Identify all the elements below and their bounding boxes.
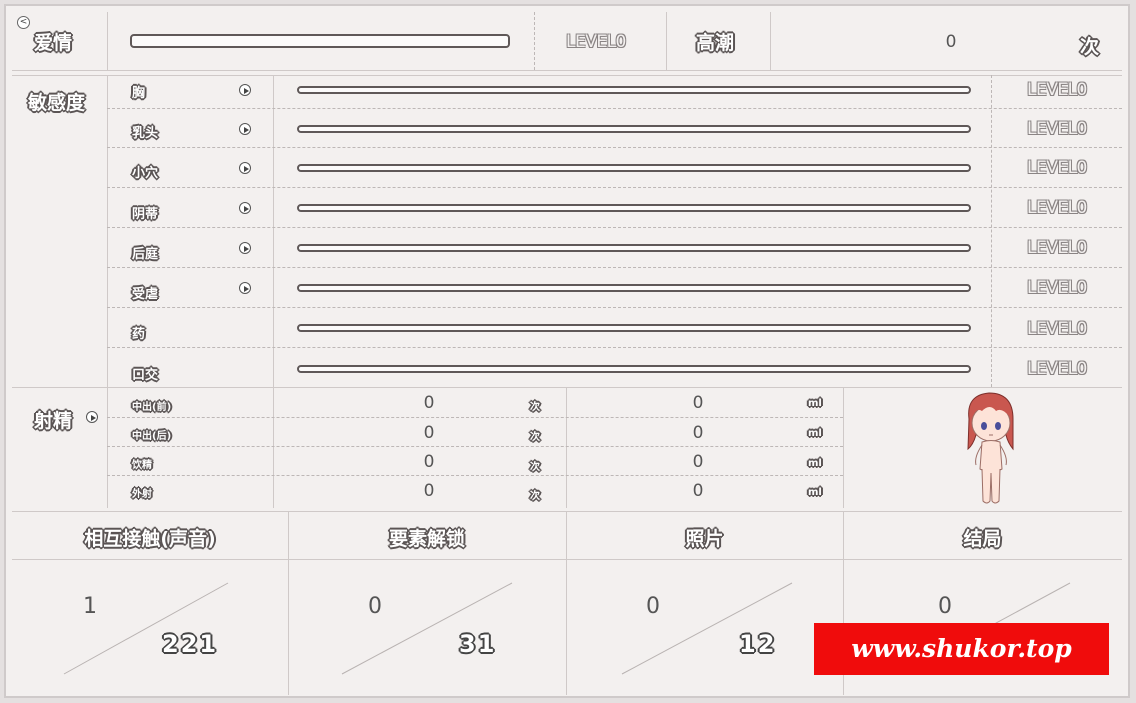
sensitivity-level: LEVEL0 xyxy=(1027,238,1087,258)
ejaculation-row-label: 中出(后) xyxy=(132,431,172,442)
sensitivity-item-label: 药 xyxy=(132,327,146,342)
volume-unit: ml xyxy=(808,398,822,409)
divider xyxy=(770,12,771,70)
divider xyxy=(107,307,1122,308)
play-arrow-icon[interactable] xyxy=(239,202,251,214)
play-arrow-icon[interactable] xyxy=(239,84,251,96)
sensitivity-label: 敏感度 xyxy=(28,92,86,114)
back-button[interactable]: < xyxy=(17,16,30,29)
sensitivity-bar xyxy=(297,324,971,332)
divider xyxy=(273,75,274,508)
climax-count: 0 xyxy=(945,32,957,52)
ejaculation-count: 0 xyxy=(423,481,435,501)
stat-label-endings: 结局 xyxy=(963,528,1002,550)
ejaculation-count: 0 xyxy=(423,423,435,443)
divider xyxy=(566,387,567,508)
character-portrait xyxy=(967,392,1014,504)
love-level: LEVEL0 xyxy=(566,32,626,52)
love-bar xyxy=(130,34,510,48)
play-arrow-icon[interactable] xyxy=(239,282,251,294)
status-panel: < 爱情 LEVEL0 高潮 0 次 敏感度 胸 LEVEL0 乳头 LEVEL… xyxy=(4,4,1130,698)
sensitivity-bar xyxy=(297,204,971,212)
ejaculation-volume: 0 xyxy=(692,423,704,443)
volume-unit: ml xyxy=(808,487,822,498)
sensitivity-level: LEVEL0 xyxy=(1027,80,1087,100)
divider xyxy=(12,511,1122,512)
sensitivity-item-label: 后庭 xyxy=(132,247,159,262)
count-unit: 次 xyxy=(530,462,540,473)
divider xyxy=(107,187,1122,188)
stat-label-interaction: 相互接触(声音) xyxy=(84,528,216,550)
sensitivity-level: LEVEL0 xyxy=(1027,319,1087,339)
divider xyxy=(12,387,1122,388)
sensitivity-item-label: 乳头 xyxy=(132,126,159,141)
ejaculation-volume: 0 xyxy=(692,393,704,413)
volume-unit: ml xyxy=(808,458,822,469)
ejaculation-label: 射精 xyxy=(34,410,73,432)
ejaculation-row-label: 中出(前) xyxy=(132,402,172,413)
watermark-banner: www.shukor.top xyxy=(814,623,1109,675)
divider xyxy=(107,75,108,508)
sensitivity-level: LEVEL0 xyxy=(1027,359,1087,379)
sensitivity-item-label: 小穴 xyxy=(132,166,159,181)
sensitivity-bar xyxy=(297,125,971,133)
ejaculation-count: 0 xyxy=(423,452,435,472)
divider xyxy=(12,70,1122,71)
ejaculation-count: 0 xyxy=(423,393,435,413)
divider xyxy=(534,12,535,70)
stat-total-interaction: 221 xyxy=(162,630,219,658)
divider xyxy=(107,108,1122,109)
play-arrow-icon[interactable] xyxy=(239,242,251,254)
stat-current-photos: 0 xyxy=(646,594,660,619)
stat-current-unlock: 0 xyxy=(368,594,382,619)
sensitivity-item-label: 阴蒂 xyxy=(132,207,159,222)
stat-label-unlock: 要素解锁 xyxy=(388,528,465,550)
stat-total-photos: 12 xyxy=(739,630,777,658)
stat-current-endings: 0 xyxy=(938,594,952,619)
play-arrow-icon[interactable] xyxy=(239,123,251,135)
sensitivity-item-label: 胸 xyxy=(132,86,146,101)
ejaculation-volume: 0 xyxy=(692,481,704,501)
divider xyxy=(12,75,1122,76)
sensitivity-bar xyxy=(297,86,971,94)
divider xyxy=(107,446,843,447)
play-arrow-icon[interactable] xyxy=(86,411,98,423)
stat-current-interaction: 1 xyxy=(83,594,97,619)
sensitivity-level: LEVEL0 xyxy=(1027,198,1087,218)
ejaculation-row-label: 外射 xyxy=(132,489,152,500)
sensitivity-bar xyxy=(297,365,971,373)
sensitivity-level: LEVEL0 xyxy=(1027,278,1087,298)
sensitivity-bar xyxy=(297,164,971,172)
ejaculation-volume: 0 xyxy=(692,452,704,472)
stat-total-unlock: 31 xyxy=(459,630,497,658)
divider xyxy=(666,12,667,70)
divider xyxy=(107,12,108,70)
love-label: 爱情 xyxy=(34,32,73,54)
divider xyxy=(107,347,1122,348)
sensitivity-item-label: 受虐 xyxy=(132,287,159,302)
stat-label-photos: 照片 xyxy=(685,528,724,550)
divider xyxy=(107,267,1122,268)
count-unit: 次 xyxy=(530,432,540,443)
climax-unit: 次 xyxy=(1080,36,1100,58)
count-unit: 次 xyxy=(530,402,540,413)
ejaculation-row-label: 饮精 xyxy=(132,460,152,471)
volume-unit: ml xyxy=(808,428,822,439)
divider xyxy=(991,75,992,387)
sensitivity-level: LEVEL0 xyxy=(1027,158,1087,178)
sensitivity-item-label: 口交 xyxy=(132,368,159,383)
count-unit: 次 xyxy=(530,491,540,502)
divider xyxy=(107,417,843,418)
divider xyxy=(107,147,1122,148)
divider xyxy=(843,387,844,508)
divider xyxy=(107,475,843,476)
sensitivity-bar xyxy=(297,284,971,292)
sensitivity-bar xyxy=(297,244,971,252)
play-arrow-icon[interactable] xyxy=(239,162,251,174)
sensitivity-level: LEVEL0 xyxy=(1027,119,1087,139)
divider xyxy=(107,227,1122,228)
climax-label: 高潮 xyxy=(696,32,735,54)
